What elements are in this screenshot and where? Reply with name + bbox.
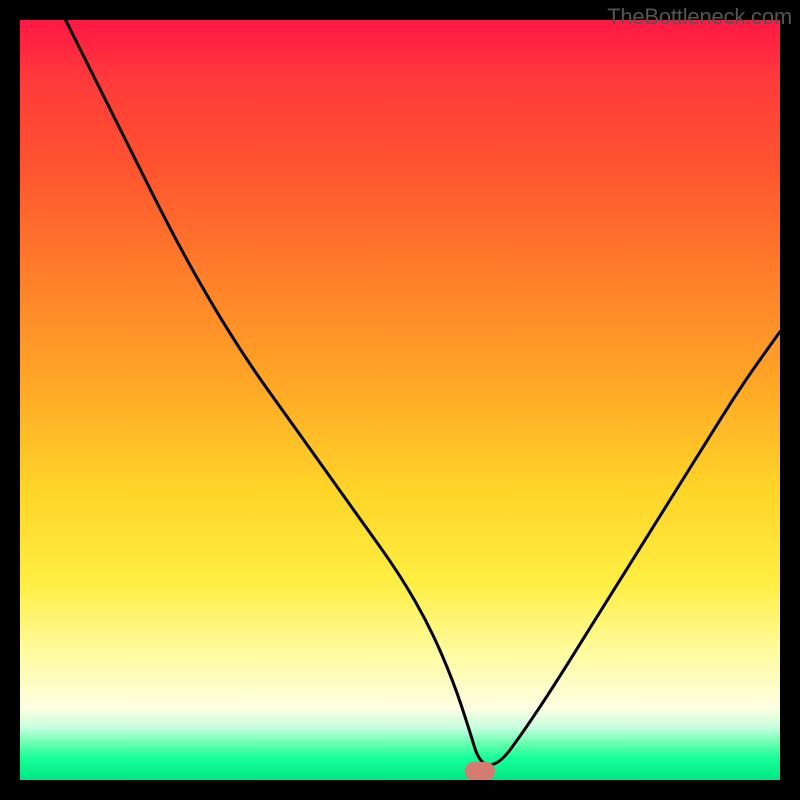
watermark-text: TheBottleneck.com [607, 4, 792, 30]
chart-background-gradient [20, 20, 780, 780]
chart-frame [20, 20, 780, 780]
plot-area [20, 20, 780, 780]
